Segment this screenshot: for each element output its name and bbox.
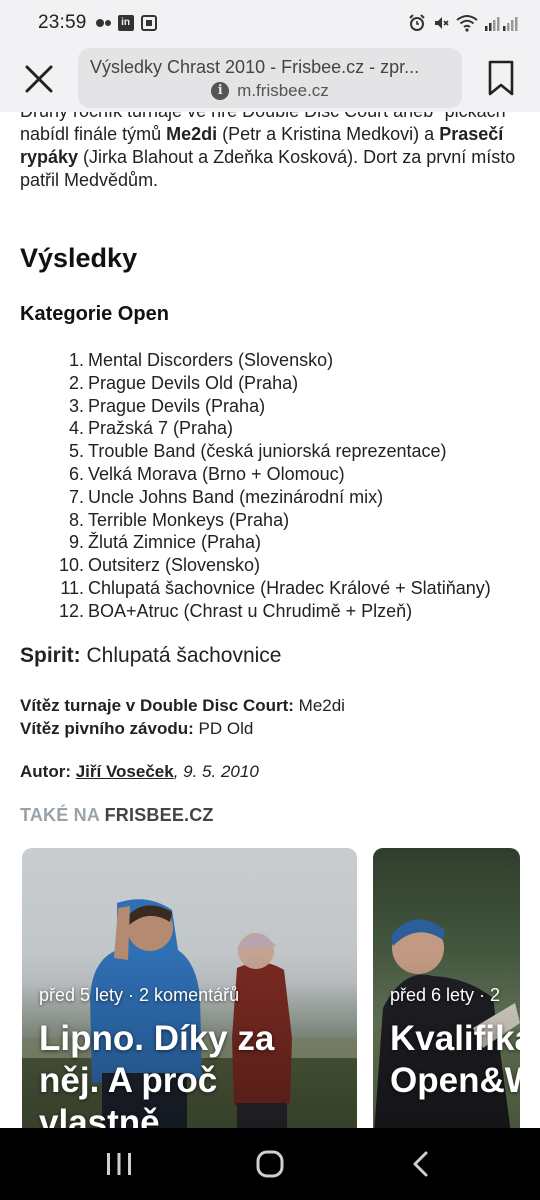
result-team: Pražská 7 (Praha) bbox=[88, 418, 234, 439]
result-team: Prague Devils Old (Praha) bbox=[88, 372, 299, 393]
result-team: Uncle Johns Band (mezinárodní mix) bbox=[88, 486, 384, 507]
page-title: Výsledky Chrast 2010 - Frisbee.cz - zpr.… bbox=[90, 57, 420, 77]
result-team: Trouble Band (česká juniorská reprezenta… bbox=[88, 441, 447, 462]
system-navigation-bar bbox=[0, 1128, 540, 1200]
result-item: 3. Prague Devils (Praha) bbox=[52, 395, 491, 418]
card-title[interactable]: Kvalifikace Open&W 2015 - M bbox=[390, 1018, 520, 1102]
result-rank: 7. bbox=[68, 486, 84, 507]
recent-apps-icon bbox=[107, 1153, 131, 1175]
results-heading: Výsledky bbox=[20, 243, 138, 273]
author-date: , 9. 5. 2010 bbox=[173, 762, 259, 781]
beer-winner-line: Vítěz pivního závodu: PD Old bbox=[20, 717, 345, 740]
intro-text: (Jirka Blahout a Zdeňka Kosková). Dort z… bbox=[20, 147, 516, 190]
related-article-card[interactable]: před 5 lety · 2 komentářů Lipno. Díky za… bbox=[22, 848, 357, 1128]
card-meta: před 6 lety · 2 bbox=[390, 985, 501, 1005]
ddc-winner-value: Me2di bbox=[293, 696, 345, 715]
result-item: 4. Pražská 7 (Praha) bbox=[52, 417, 491, 440]
also-on-heading: TAKÉ NA FRISBEE.CZ bbox=[20, 805, 214, 826]
back-icon bbox=[413, 1151, 428, 1177]
wifi-icon bbox=[456, 15, 478, 32]
result-item: 8. Terrible Monkeys (Praha) bbox=[52, 509, 491, 532]
signal-icon bbox=[485, 17, 518, 31]
address-bar[interactable]: Výsledky Chrast 2010 - Frisbee.cz - zpr.… bbox=[78, 48, 462, 108]
url-line: i m.frisbee.cz bbox=[90, 81, 450, 101]
card-meta: před 5 lety · 2 komentářů bbox=[39, 985, 240, 1005]
spirit-line: Spirit: Chlupatá šachovnice bbox=[20, 644, 281, 668]
category-heading: Kategorie Open bbox=[20, 303, 169, 325]
ddc-winner-line: Vítěz turnaje v Double Disc Court: Me2di bbox=[20, 694, 345, 717]
bookmark-button[interactable] bbox=[483, 58, 519, 98]
article-content: Druhý ročník turnaje ve hře Double Disc … bbox=[0, 112, 540, 1128]
result-team: Velká Morava (Brno + Olomouc) bbox=[88, 463, 345, 484]
result-item: 2. Prague Devils Old (Praha) bbox=[52, 372, 491, 395]
domain-text: m.frisbee.cz bbox=[237, 81, 329, 100]
result-team: Outsiterz (Slovensko) bbox=[88, 555, 261, 576]
author-link[interactable]: Jiří Voseček bbox=[76, 762, 174, 781]
result-team: Chlupatá šachovnice (Hradec Králové + Sl… bbox=[88, 577, 491, 598]
intro-paragraph: Druhý ročník turnaje ve hře Double Disc … bbox=[20, 112, 520, 192]
result-rank: 5. bbox=[68, 441, 84, 462]
result-rank: 6. bbox=[68, 463, 84, 484]
related-article-card[interactable]: před 6 lety · 2 Kvalifikace Open&W 2015 … bbox=[373, 848, 520, 1128]
ddc-winner-label: Vítěz turnaje v Double Disc Court: bbox=[20, 696, 294, 715]
result-item: 10. Outsiterz (Slovensko) bbox=[52, 554, 491, 577]
also-on-brand[interactable]: FRISBEE.CZ bbox=[105, 805, 214, 825]
intro-text: (Petr a Kristina Medkovi) a bbox=[217, 124, 440, 144]
result-rank: 8. bbox=[68, 509, 84, 530]
status-bar: 23:59 in bbox=[0, 0, 540, 46]
teams-icon bbox=[95, 19, 111, 27]
home-icon bbox=[256, 1150, 284, 1178]
result-item: 12. BOA+Atruc (Chrast u Chrudimě + Plzeň) bbox=[52, 600, 491, 623]
screenshot-icon bbox=[140, 15, 157, 31]
result-item: 7. Uncle Johns Band (mezinárodní mix) bbox=[52, 486, 491, 509]
result-item: 1. Mental Discorders (Slovensko) bbox=[52, 349, 491, 372]
result-item: 6. Velká Morava (Brno + Olomouc) bbox=[52, 463, 491, 486]
result-team: Žlutá Zimnice (Praha) bbox=[88, 532, 262, 553]
result-rank: 4. bbox=[68, 418, 84, 439]
result-rank: 1. bbox=[68, 350, 84, 370]
result-team: Mental Discorders (Slovensko) bbox=[88, 350, 334, 370]
result-rank: 9. bbox=[68, 532, 84, 553]
card-title[interactable]: Lipno. Díky za něj. A proč vlastně bbox=[39, 1018, 339, 1128]
alarm-icon bbox=[409, 14, 425, 31]
beer-winner-value: PD Old bbox=[193, 719, 254, 738]
notification-icons: in bbox=[95, 15, 157, 31]
linkedin-icon: in bbox=[117, 15, 134, 31]
recent-apps-button[interactable] bbox=[89, 1142, 149, 1186]
winners-block: Vítěz turnaje v Double Disc Court: Me2di… bbox=[20, 694, 345, 740]
browser-toolbar: Výsledky Chrast 2010 - Frisbee.cz - zpr.… bbox=[0, 46, 540, 112]
back-button[interactable] bbox=[391, 1142, 451, 1186]
result-rank: 10. bbox=[58, 555, 84, 576]
system-icons bbox=[408, 14, 518, 32]
result-team: BOA+Atruc (Chrast u Chrudimě + Plzeň) bbox=[88, 600, 413, 621]
result-rank: 12. bbox=[58, 600, 84, 621]
result-team: Prague Devils (Praha) bbox=[88, 395, 266, 416]
result-rank: 3. bbox=[68, 395, 84, 416]
author-line: Autor: Jiří Voseček, 9. 5. 2010 bbox=[20, 762, 259, 782]
results-list: 1. Mental Discorders (Slovensko) 2. Prague… bbox=[52, 349, 491, 623]
spirit-label: Spirit: bbox=[20, 644, 81, 667]
result-item: 11. Chlupatá šachovnice (Hradec Králové +… bbox=[52, 577, 491, 600]
mute-icon bbox=[435, 17, 449, 29]
author-label: Autor: bbox=[20, 762, 71, 781]
team-me2di: Me2di bbox=[166, 124, 218, 144]
close-icon bbox=[25, 65, 53, 93]
status-time: 23:59 bbox=[38, 12, 87, 33]
spirit-value: Chlupatá šachovnice bbox=[80, 644, 282, 667]
result-item: 9. Žlutá Zimnice (Praha) bbox=[52, 531, 491, 554]
result-team: Terrible Monkeys (Praha) bbox=[88, 509, 290, 530]
bookmark-icon bbox=[488, 60, 514, 96]
result-rank: 11. bbox=[60, 577, 84, 598]
home-button[interactable] bbox=[240, 1142, 300, 1186]
close-button[interactable] bbox=[18, 58, 60, 100]
beer-winner-label: Vítěz pivního závodu: bbox=[20, 719, 194, 738]
also-on-prefix: TAKÉ NA bbox=[20, 805, 105, 825]
result-item: 5. Trouble Band (česká juniorská reprezen… bbox=[52, 440, 491, 463]
result-rank: 2. bbox=[68, 372, 84, 393]
info-icon[interactable]: i bbox=[211, 82, 230, 100]
